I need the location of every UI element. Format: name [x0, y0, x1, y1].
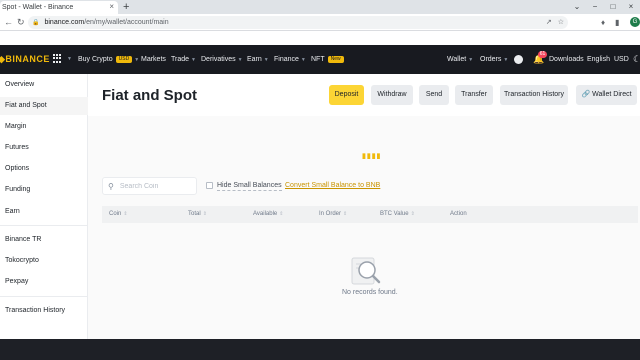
nav-wallet[interactable]: Wallet ▼ [447, 55, 473, 65]
url-host: binance.com [44, 19, 85, 26]
browser-tab[interactable]: Spot - Wallet - Binance × [0, 1, 118, 14]
loading-indicator: ▮▮▮▮ [362, 153, 382, 160]
withdraw-button[interactable]: Withdraw [371, 85, 413, 105]
main-content: Fiat and Spot Deposit Withdraw Send Tran… [88, 74, 640, 339]
minimize-icon[interactable]: − [586, 0, 604, 14]
sidebar-item-overview[interactable]: Overview [0, 76, 88, 94]
page-header: Fiat and Spot Deposit Withdraw Send Tran… [88, 74, 640, 116]
sidebar-item-options[interactable]: Options [0, 160, 88, 178]
deposit-button[interactable]: Deposit [329, 85, 364, 105]
wallet-sidebar: Overview Fiat and Spot Margin Futures Op… [0, 74, 88, 339]
sort-icon: ⇕ [410, 211, 415, 217]
tab-search-icon[interactable]: ⌄ [568, 0, 586, 14]
nav-derivatives[interactable]: Derivatives ▼ [201, 55, 243, 65]
page-top-spacer [0, 32, 640, 45]
nav-downloads[interactable]: Downloads [549, 55, 584, 64]
profile-avatar[interactable]: G [630, 17, 640, 27]
wallet-direct-button[interactable]: 🔗 Wallet Direct [576, 85, 637, 105]
sort-icon: ⇕ [123, 211, 128, 217]
no-records-magnifier-icon [351, 257, 381, 285]
send-button[interactable]: Send [419, 85, 449, 105]
maximize-icon[interactable]: □ [604, 0, 622, 14]
nav-buy-crypto[interactable]: Buy Crypto USD ▼ [78, 55, 139, 65]
user-account-icon[interactable] [514, 55, 523, 64]
nav-earn[interactable]: Earn ▼ [247, 55, 269, 65]
chevron-down-icon: ▼ [67, 56, 72, 62]
extensions-icon[interactable]: ♦ [601, 17, 605, 28]
nav-markets[interactable]: Markets [141, 55, 166, 64]
sidebar-item-tokocrypto[interactable]: Tokocrypto [0, 252, 88, 270]
transfer-button[interactable]: Transfer [455, 85, 493, 105]
nav-orders[interactable]: Orders ▼ [480, 55, 508, 65]
column-header-available[interactable]: Available ⇕ [253, 211, 283, 217]
nav-language[interactable]: English [587, 55, 610, 64]
sidebar-divider [0, 296, 88, 297]
dark-mode-moon-icon[interactable]: ☾ [633, 54, 640, 65]
sort-icon: ⇕ [279, 211, 284, 217]
sidebar-item-funding[interactable]: Funding [0, 181, 88, 199]
page-footer-strip [0, 339, 640, 360]
link-icon: 🔗 [581, 91, 591, 98]
nav-trade[interactable]: Trade ▼ [171, 55, 196, 65]
sidebar-item-futures[interactable]: Futures [0, 139, 88, 157]
browser-toolbar: ← ↻ 🔒 binance.com/en/my/wallet/account/m… [0, 14, 640, 31]
apps-grid-icon[interactable] [53, 54, 62, 63]
sidebar-item-margin[interactable]: Margin [0, 118, 88, 136]
column-header-coin[interactable]: Coin ⇕ [109, 211, 128, 217]
back-arrow-icon[interactable]: ← [4, 16, 13, 28]
column-header-action: Action [450, 211, 467, 217]
sidebar-divider [0, 225, 88, 226]
lock-icon: 🔒 [32, 20, 40, 26]
currency-badge: USD [115, 56, 133, 63]
tab-title: Spot - Wallet - Binance [2, 4, 74, 11]
sidebar-item-earn[interactable]: Earn [0, 203, 88, 221]
window-close-icon[interactable]: × [622, 0, 640, 14]
search-icon: ⚲ [108, 181, 114, 191]
tab-close-icon[interactable]: × [109, 2, 114, 11]
hide-small-balances-checkbox[interactable] [206, 182, 213, 189]
url-path: /en/my/wallet/account/main [84, 19, 169, 26]
reload-icon[interactable]: ↻ [17, 16, 25, 28]
notification-count-badge: 61 [538, 51, 547, 58]
page-title: Fiat and Spot [102, 87, 197, 104]
site-header: ◆BINANCE ▼ Buy Crypto USD ▼ Markets Trade ▼… [0, 45, 640, 74]
transaction-history-button[interactable]: Transaction History [500, 85, 568, 105]
table-header: Coin ⇕ Total ⇕ Available ⇕ In Order ⇕ BTC Va… [102, 206, 638, 223]
new-badge: New [327, 56, 344, 63]
binance-logo[interactable]: ◆BINANCE [0, 54, 50, 65]
sidebar-item-binance-tr[interactable]: Binance TR [0, 231, 88, 249]
share-icon[interactable]: ↗ [546, 16, 552, 29]
new-tab-button[interactable]: + [123, 1, 129, 13]
convert-small-balance-link[interactable]: Convert Small Balance to BNB [285, 182, 380, 190]
bookmark-star-icon[interactable]: ☆ [558, 16, 564, 29]
nav-nft[interactable]: NFT New [311, 55, 344, 64]
column-header-in-order[interactable]: In Order ⇕ [319, 211, 347, 217]
sidepanel-icon[interactable]: ▮ [615, 17, 619, 28]
address-bar[interactable]: 🔒 binance.com/en/my/wallet/account/main … [28, 16, 568, 29]
sidebar-item-transaction-history[interactable]: Transaction History [0, 302, 88, 320]
hide-small-balances-label[interactable]: Hide Small Balances [217, 182, 282, 191]
search-input[interactable] [119, 182, 185, 190]
column-header-total[interactable]: Total ⇕ [188, 211, 207, 217]
browser-tabstrip: Spot - Wallet - Binance × + ⌄ − □ × [0, 0, 640, 14]
sidebar-item-pexpay[interactable]: Pexpay [0, 273, 88, 291]
nav-currency[interactable]: USD [614, 55, 629, 64]
column-header-btc-value[interactable]: BTC Value ⇕ [380, 211, 415, 217]
no-records-message: No records found. [342, 289, 398, 296]
nav-finance[interactable]: Finance ▼ [274, 55, 306, 65]
sidebar-item-fiat-and-spot[interactable]: Fiat and Spot [0, 97, 88, 115]
sort-icon: ⇕ [202, 211, 207, 217]
search-coin-field[interactable]: ⚲ [102, 177, 197, 195]
sort-icon: ⇕ [343, 211, 348, 217]
